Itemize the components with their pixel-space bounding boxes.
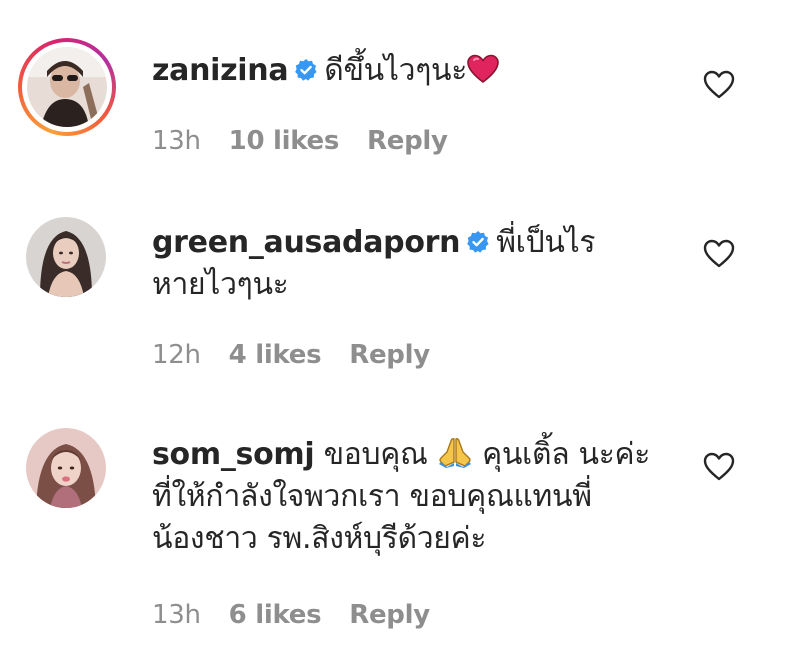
comment-meta: 13h 10 likes Reply <box>152 126 476 156</box>
comment-text-line: ที่ให้กำลังใจพวกเรา ขอบคุณแทนพี่ <box>152 479 592 514</box>
username[interactable]: som_somj <box>152 437 315 472</box>
reply-button[interactable]: Reply <box>367 126 448 156</box>
comment-text: ดีขึ้นไวๆนะ <box>324 53 468 88</box>
story-ring[interactable] <box>18 38 116 136</box>
avatar[interactable] <box>26 217 106 297</box>
likes-count[interactable]: 10 likes <box>229 126 340 156</box>
red-heart-emoji <box>467 54 499 84</box>
heart-outline-icon[interactable] <box>702 68 736 102</box>
timestamp[interactable]: 13h <box>152 126 201 156</box>
reply-button[interactable]: Reply <box>349 600 430 630</box>
verified-badge-icon <box>295 59 317 81</box>
avatar[interactable] <box>26 428 106 508</box>
comment-body: zanizina ดีขึ้นไวๆนะ <box>152 50 672 92</box>
comment-text-line: น้องชาว รพ.สิงห์บุรีด้วยค่ะ <box>152 521 487 556</box>
comment-text: ขอบคุณ <box>323 437 428 472</box>
folded-hands-emoji <box>438 438 471 468</box>
heart-outline-icon[interactable] <box>702 450 736 484</box>
comment-text: คุนเติ้ล นะค่ะ <box>482 437 651 472</box>
comment-body: som_somj ขอบคุณ คุนเติ้ล นะค่ะ ที่ให้กำล… <box>152 434 672 560</box>
comment-text-line: หายไวๆนะ <box>152 267 289 302</box>
timestamp[interactable]: 13h <box>152 600 201 630</box>
reply-button[interactable]: Reply <box>349 340 430 370</box>
avatar[interactable] <box>27 47 107 127</box>
verified-badge-icon <box>467 231 489 253</box>
comment-meta: 13h 6 likes Reply <box>152 600 458 630</box>
username[interactable]: zanizina <box>152 53 289 88</box>
comment-text-line: พี่เป็นไร <box>496 225 596 260</box>
comment-body: green_ausadaporn พี่เป็นไร หายไวๆนะ <box>152 222 672 306</box>
likes-count[interactable]: 4 likes <box>229 340 322 370</box>
comment-meta: 12h 4 likes Reply <box>152 340 458 370</box>
timestamp[interactable]: 12h <box>152 340 201 370</box>
likes-count[interactable]: 6 likes <box>229 600 322 630</box>
username[interactable]: green_ausadaporn <box>152 225 460 260</box>
heart-outline-icon[interactable] <box>702 237 736 271</box>
